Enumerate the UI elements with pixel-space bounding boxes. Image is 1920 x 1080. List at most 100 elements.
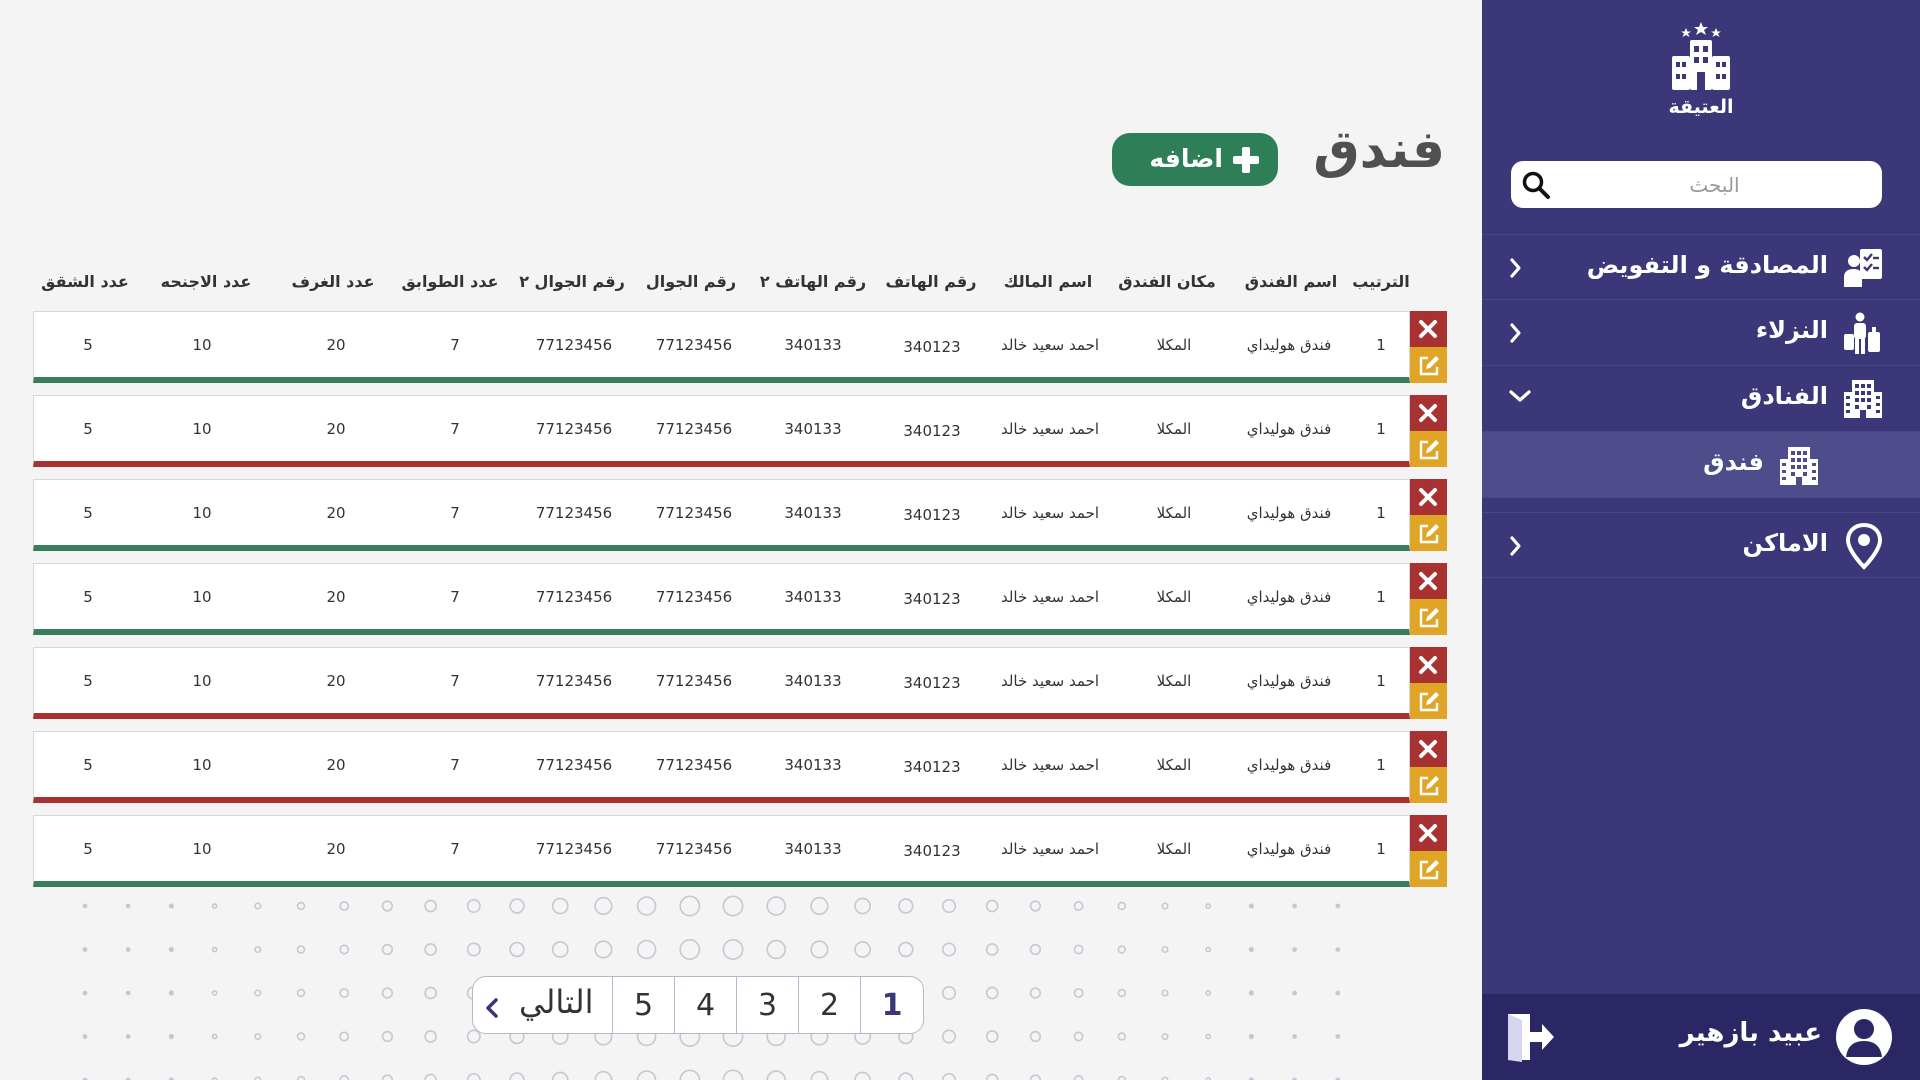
table-cell: 340123 (903, 758, 961, 776)
pagination-page[interactable]: 5 (613, 977, 675, 1033)
table-cell: 77123456 (655, 756, 733, 774)
table-cell: المكلا (1156, 672, 1192, 690)
table-cell: 10 (192, 840, 212, 858)
table-cell: 77123456 (655, 840, 733, 858)
sidebar: العتيقة البحث المصادقة و التفويض النزلاء… (1482, 0, 1920, 1080)
sidebar-item-label: النزلاء (1755, 316, 1828, 344)
table-cell: 340133 (784, 504, 842, 522)
close-icon (1419, 488, 1437, 506)
pagination-page[interactable]: 3 (737, 977, 799, 1033)
pagination-page[interactable]: 2 (799, 977, 861, 1033)
table-cell: احمد سعيد خالد (1000, 420, 1100, 438)
column-header: الترتيب (1352, 272, 1410, 291)
sidebar-item-places[interactable]: الاماكن (1482, 512, 1920, 578)
guest-luggage-icon (1842, 312, 1884, 360)
chevron-left-icon (485, 998, 499, 1022)
table-cell: فندق هوليداي (1246, 756, 1332, 774)
table-cell: 7 (450, 336, 460, 354)
delete-button[interactable] (1410, 479, 1447, 515)
search-input[interactable] (1559, 161, 1870, 208)
delete-button[interactable] (1410, 395, 1447, 431)
pagination-next-button[interactable]: التالي (473, 977, 613, 1033)
add-button-label: اضافه (1149, 144, 1223, 173)
column-header: رقم الجوال (645, 272, 737, 291)
table-row: 1 فندق هوليداي المكلا احمد سعيد خالد 340123 3… (33, 815, 1447, 887)
table-cell: 340123 (903, 506, 961, 524)
table-cell: 20 (326, 420, 346, 438)
logo: العتيقة (1482, 22, 1920, 118)
sidebar-subitem-hotel[interactable]: فندق (1482, 432, 1920, 498)
column-header: عدد الغرف (291, 272, 375, 291)
table-cell: 340133 (784, 588, 842, 606)
edit-icon (1419, 524, 1439, 544)
chevron-down-icon (1508, 388, 1532, 408)
delete-button[interactable] (1410, 311, 1447, 347)
search-icon[interactable] (1521, 170, 1551, 204)
row-card: 1 فندق هوليداي المكلا احمد سعيد خالد 340123 3… (33, 311, 1410, 383)
pagination-page[interactable]: 4 (675, 977, 737, 1033)
table-cell: 1 (1376, 504, 1386, 522)
delete-button[interactable] (1410, 647, 1447, 683)
delete-button[interactable] (1410, 731, 1447, 767)
edit-button[interactable] (1410, 515, 1447, 551)
table-header: الترتيب اسم الفندق مكان الفندق اسم المال… (30, 272, 1413, 302)
edit-button[interactable] (1410, 683, 1447, 719)
table-row: 1 فندق هوليداي المكلا احمد سعيد خالد 340123 3… (33, 731, 1447, 803)
table-cell: 7 (450, 672, 460, 690)
logo-text: العتيقة (1668, 96, 1734, 118)
table-cell: 77123456 (655, 504, 733, 522)
user-avatar-icon[interactable] (1834, 1007, 1894, 1071)
pagination-page-active[interactable]: 1 (861, 977, 923, 1033)
table-cell: 5 (83, 840, 93, 858)
row-card: 1 فندق هوليداي المكلا احمد سعيد خالد 340123 3… (33, 395, 1410, 467)
add-button[interactable]: اضافه (1112, 133, 1278, 186)
column-header: اسم المالك (1003, 272, 1093, 291)
sidebar-item-label: الفنادق (1740, 382, 1828, 410)
sidebar-item-label: المصادقة و التفويض (1586, 251, 1828, 279)
logout-icon[interactable] (1502, 1012, 1556, 1066)
edit-icon (1419, 608, 1439, 628)
edit-icon (1419, 356, 1439, 376)
table-cell: فندق هوليداي (1246, 336, 1332, 354)
table-cell: 20 (326, 672, 346, 690)
table-cell: 10 (192, 336, 212, 354)
delete-button[interactable] (1410, 563, 1447, 599)
table-row: 1 فندق هوليداي المكلا احمد سعيد خالد 340123 3… (33, 647, 1447, 719)
chevron-left-icon (1508, 535, 1522, 561)
sidebar-item-authorization[interactable]: المصادقة و التفويض (1482, 234, 1920, 300)
table-cell: 10 (192, 504, 212, 522)
table-cell: احمد سعيد خالد (1000, 588, 1100, 606)
table-cell: 5 (83, 336, 93, 354)
edit-button[interactable] (1410, 347, 1447, 383)
table-cell: 1 (1376, 588, 1386, 606)
edit-button[interactable] (1410, 431, 1447, 467)
user-name: عبيد بازهير (1679, 1018, 1822, 1048)
table-cell: 5 (83, 588, 93, 606)
authorization-icon (1842, 247, 1884, 293)
sidebar-menu: المصادقة و التفويض النزلاء الفنادق فندق … (1482, 234, 1920, 578)
table-cell: 77123456 (535, 672, 613, 690)
table-cell: 1 (1376, 420, 1386, 438)
edit-icon (1419, 776, 1439, 796)
row-card: 1 فندق هوليداي المكلا احمد سعيد خالد 340123 3… (33, 731, 1410, 803)
table-cell: احمد سعيد خالد (1000, 840, 1100, 858)
table-cell: المكلا (1156, 504, 1192, 522)
pagination-next-label: التالي (519, 983, 594, 1021)
chevron-left-icon (1508, 257, 1522, 283)
sidebar-item-guests[interactable]: النزلاء (1482, 300, 1920, 366)
table-cell: احمد سعيد خالد (1000, 336, 1100, 354)
edit-button[interactable] (1410, 599, 1447, 635)
edit-button[interactable] (1410, 851, 1447, 887)
table-cell: 340133 (784, 756, 842, 774)
table-cell: المكلا (1156, 588, 1192, 606)
table-cell: 20 (326, 756, 346, 774)
sidebar-item-hotels[interactable]: الفنادق (1482, 366, 1920, 432)
table-cell: 340123 (903, 590, 961, 608)
table-cell: 340123 (903, 422, 961, 440)
table-cell: فندق هوليداي (1246, 420, 1332, 438)
edit-button[interactable] (1410, 767, 1447, 803)
column-header: رقم الهاتف ٢ (759, 272, 867, 291)
table-cell: 340123 (903, 842, 961, 860)
delete-button[interactable] (1410, 815, 1447, 851)
edit-icon (1419, 440, 1439, 460)
